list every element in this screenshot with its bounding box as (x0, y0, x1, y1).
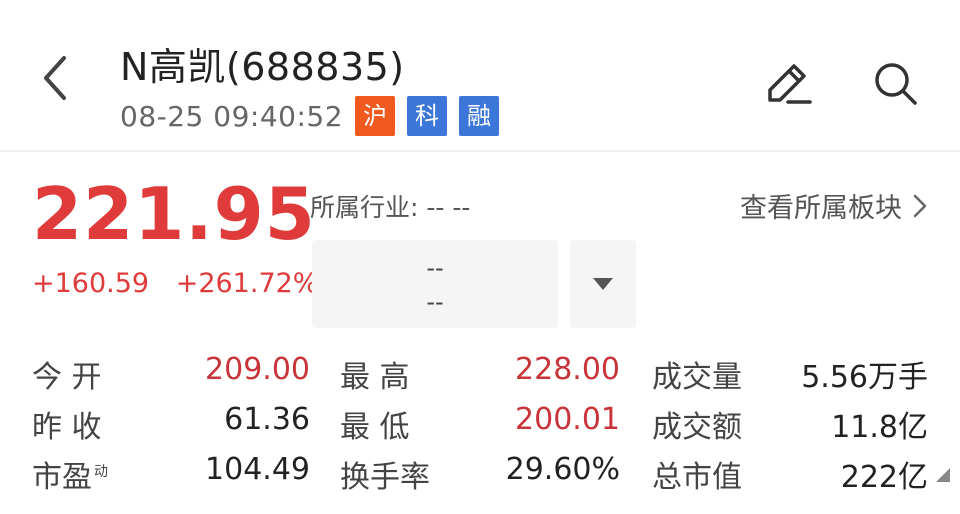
pencil-icon (768, 64, 812, 104)
badge-star-market: 科 (407, 96, 448, 136)
current-price: 221.95 (32, 172, 316, 256)
high-label: 最 高 (340, 360, 410, 395)
pe-value: 104.49 (205, 452, 310, 487)
header-divider (0, 150, 960, 152)
price-change-row: +160.59 +261.72% (32, 268, 336, 299)
view-sector-label: 查看所属板块 (740, 193, 902, 224)
view-sector-link[interactable]: 查看所属板块 (740, 186, 928, 225)
edit-button[interactable] (760, 56, 816, 112)
pe-label: 市盈动 (32, 452, 108, 496)
badge-margin: 融 (459, 96, 500, 136)
pe-label-text: 市盈 (32, 460, 92, 495)
triangle-down-icon (593, 278, 613, 290)
quote-timestamp: 08-25 09:40:52 (120, 99, 344, 133)
turnover-label: 成交额 (652, 410, 742, 445)
high-value: 228.00 (515, 352, 620, 387)
industry-info-box[interactable]: -- -- (312, 240, 558, 328)
expand-dropdown-button[interactable] (570, 240, 636, 328)
open-value: 209.00 (205, 352, 310, 387)
stock-subline: 08-25 09:40:52 沪 科 融 (120, 96, 511, 136)
industry-label: 所属行业: -- -- (310, 193, 471, 222)
search-icon (875, 63, 917, 105)
volume-value: 5.56万手 (801, 360, 928, 395)
badge-shanghai: 沪 (355, 96, 396, 136)
chevron-left-icon (44, 56, 66, 100)
back-button[interactable] (30, 50, 86, 106)
turnover-value: 11.8亿 (831, 410, 928, 445)
stock-header: N高凯(688835) 08-25 09:40:52 沪 科 融 (0, 0, 960, 150)
low-value: 200.01 (515, 402, 620, 437)
turnover-rate-label: 换手率 (340, 460, 430, 495)
low-label: 最 低 (340, 410, 410, 445)
industry-box-line2: -- (426, 288, 444, 316)
price-change: +160.59 (32, 268, 150, 299)
turnover-rate-value: 29.60% (505, 452, 620, 487)
prev-close-value: 61.36 (224, 402, 310, 437)
volume-label: 成交量 (652, 360, 742, 395)
market-cap-label: 总市值 (652, 460, 742, 495)
chevron-right-icon (913, 194, 927, 217)
industry-box-line1: -- (426, 254, 444, 282)
pe-dynamic-sup: 动 (94, 464, 108, 480)
expand-corner-icon[interactable] (936, 468, 950, 482)
market-cap-value: 222亿 (840, 460, 928, 495)
search-button[interactable] (868, 56, 924, 112)
prev-close-label: 昨 收 (32, 410, 102, 445)
stock-title: N高凯(688835) (120, 45, 405, 89)
open-label: 今 开 (32, 360, 102, 395)
price-change-percent: +261.72% (175, 268, 319, 299)
